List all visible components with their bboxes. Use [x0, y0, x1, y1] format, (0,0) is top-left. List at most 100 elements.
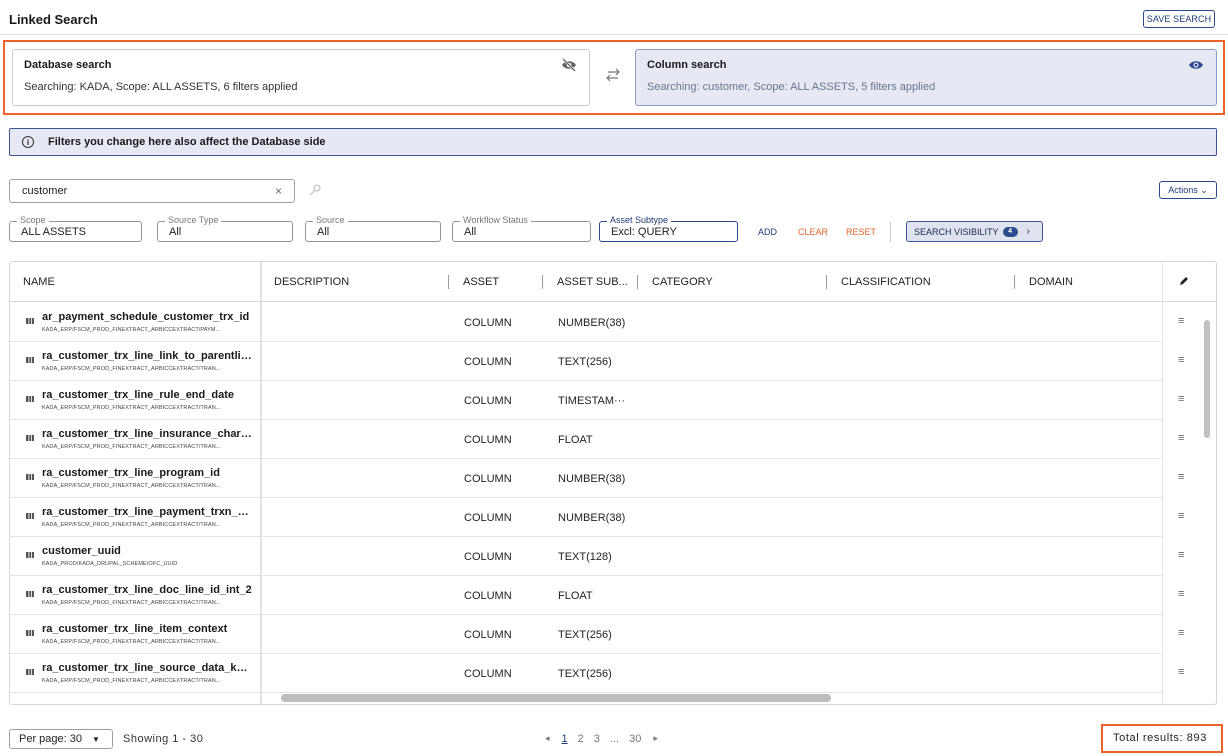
column-header-asset[interactable]: ASSET — [463, 276, 499, 288]
row-asset: COLUMN — [464, 590, 512, 602]
row-asset: COLUMN — [464, 668, 512, 680]
row-path: KADA_ERP/FSCM_PROD_FINEXTRACT_ARBICCEXTR… — [42, 444, 221, 450]
eye-icon[interactable] — [1188, 58, 1204, 72]
eye-off-icon[interactable] — [561, 58, 577, 72]
column-icon — [26, 396, 34, 402]
page-3-link[interactable]: 3 — [594, 733, 600, 745]
source-filter[interactable]: Source All — [305, 215, 441, 242]
table-row[interactable]: ra_customer_trx_line_insurance_charge KAD… — [10, 420, 1162, 459]
key-search-icon[interactable] — [308, 184, 322, 196]
column-header-category[interactable]: CATEGORY — [652, 276, 713, 288]
table-row[interactable]: ra_customer_trx_line_link_to_parentline.… — [10, 342, 1162, 381]
row-menu-icon[interactable]: ≡ — [1178, 315, 1184, 327]
column-separator[interactable] — [637, 275, 638, 289]
column-header-domain[interactable]: DOMAIN — [1029, 276, 1073, 288]
row-name[interactable]: ra_customer_trx_line_source_data_key_4 — [42, 662, 252, 674]
row-menu-icon[interactable]: ≡ — [1178, 549, 1184, 561]
info-text: Filters you change here also affect the … — [48, 136, 326, 148]
column-separator[interactable] — [542, 275, 543, 289]
source-type-filter[interactable]: Source Type All — [157, 215, 293, 242]
column-search-card[interactable]: Column search Searching: customer, Scope… — [635, 49, 1217, 106]
actions-dropdown[interactable]: Actions ⌄ — [1159, 181, 1217, 199]
row-name[interactable]: ra_customer_trx_line_rule_end_date — [42, 389, 252, 401]
table-row[interactable]: ra_customer_trx_line_source_data_key_4 KA… — [10, 654, 1162, 693]
column-header-description[interactable]: DESCRIPTION — [274, 276, 349, 288]
row-menu-icon[interactable]: ≡ — [1178, 432, 1184, 444]
save-search-button[interactable]: SAVE SEARCH — [1143, 10, 1215, 28]
row-path: KADA_ERP/FSCM_PROD_FINEXTRACT_ARBICCEXTR… — [42, 600, 221, 606]
workflow-status-filter-value: All — [464, 225, 477, 238]
column-icon — [26, 630, 34, 636]
row-name[interactable]: ra_customer_trx_line_link_to_parentline.… — [42, 350, 252, 362]
page-1-link[interactable]: 1 — [562, 733, 568, 745]
row-name[interactable]: ra_customer_trx_line_insurance_charge — [42, 428, 252, 440]
results-table: NAME DESCRIPTION ASSET ASSET SUB... CATE… — [9, 261, 1217, 705]
scope-filter[interactable]: Scope ALL ASSETS — [9, 215, 142, 242]
row-asset: COLUMN — [464, 551, 512, 563]
column-separator[interactable] — [1014, 275, 1015, 289]
row-asset-subtype: TEXT(256) — [558, 629, 612, 641]
column-header-name[interactable]: NAME — [23, 276, 55, 288]
reset-filters-button[interactable]: RESET — [846, 227, 876, 237]
page-30-link[interactable]: 30 — [629, 733, 641, 745]
per-page-select[interactable]: Per page: 30 ▼ — [9, 729, 113, 749]
row-asset: COLUMN — [464, 629, 512, 641]
page-2-link[interactable]: 2 — [578, 733, 584, 745]
table-row[interactable]: ra_customer_trx_line_item_context KADA_ER… — [10, 615, 1162, 654]
row-menu-icon[interactable]: ≡ — [1178, 471, 1184, 483]
row-name[interactable]: customer_uuid — [42, 545, 252, 557]
prev-page-button[interactable]: ◂ — [545, 733, 550, 745]
column-icon — [26, 318, 34, 324]
row-asset: COLUMN — [464, 434, 512, 446]
swap-icon[interactable] — [604, 68, 622, 82]
table-row[interactable]: ra_customer_trx_line_rule_end_date KADA_E… — [10, 381, 1162, 420]
row-name[interactable]: ar_payment_schedule_customer_trx_id — [42, 311, 252, 323]
edit-columns-icon[interactable] — [1178, 275, 1190, 287]
table-row[interactable]: ar_payment_schedule_customer_trx_id KADA_… — [10, 303, 1162, 342]
row-menu-icon[interactable]: ≡ — [1178, 666, 1184, 678]
search-input[interactable]: customer × — [9, 179, 295, 203]
row-asset-subtype: FLOAT — [558, 434, 593, 446]
row-menu-icon[interactable]: ≡ — [1178, 393, 1184, 405]
page-title: Linked Search — [9, 12, 98, 27]
row-path: KADA_ERP/FSCM_PROD_FINEXTRACT_ARBICCEXTR… — [42, 522, 221, 528]
table-row[interactable]: ra_customer_trx_line_doc_line_id_int_2 KA… — [10, 576, 1162, 615]
row-path: KADA_ERP/FSCM_PROD_FINEXTRACT_ARBICCEXTR… — [42, 405, 221, 411]
row-asset-subtype: TEXT(256) — [558, 668, 612, 680]
row-menu-icon[interactable]: ≡ — [1178, 627, 1184, 639]
row-path: KADA_ERP/FSCM_PROD_FINEXTRACT_ARBICCEXTR… — [42, 366, 221, 372]
row-menu-icon[interactable]: ≡ — [1178, 510, 1184, 522]
row-asset: COLUMN — [464, 356, 512, 368]
row-name[interactable]: ra_customer_trx_line_program_id — [42, 467, 252, 479]
asset-subtype-filter[interactable]: Asset Subtype Excl: QUERY — [599, 215, 738, 242]
add-filter-button[interactable]: ADD — [758, 227, 777, 237]
row-menu-icon[interactable]: ≡ — [1178, 354, 1184, 366]
table-row[interactable]: ra_customer_trx_line_program_id KADA_ERP/… — [10, 459, 1162, 498]
row-asset-subtype: NUMBER(38) — [558, 473, 626, 485]
showing-range: Showing 1 - 30 — [123, 733, 204, 745]
column-separator[interactable] — [826, 275, 827, 289]
vertical-scrollbar-thumb[interactable] — [1204, 320, 1210, 438]
table-row[interactable]: ra_customer_trx_line_payment_trxn_ext...… — [10, 498, 1162, 537]
workflow-status-filter[interactable]: Workflow Status All — [452, 215, 591, 242]
row-asset: COLUMN — [464, 473, 512, 485]
row-asset-subtype: FLOAT — [558, 590, 593, 602]
column-search-subtitle: Searching: customer, Scope: ALL ASSETS, … — [647, 81, 936, 93]
row-name[interactable]: ra_customer_trx_line_doc_line_id_int_2 — [42, 584, 252, 596]
column-icon — [26, 552, 34, 558]
column-header-asset-subtype[interactable]: ASSET SUB... — [557, 276, 628, 288]
row-asset-subtype: TEXT(128) — [558, 551, 612, 563]
column-icon — [26, 669, 34, 675]
column-header-classification[interactable]: CLASSIFICATION — [841, 276, 931, 288]
clear-search-icon[interactable]: × — [275, 184, 282, 198]
row-name[interactable]: ra_customer_trx_line_payment_trxn_ext... — [42, 506, 252, 518]
row-menu-icon[interactable]: ≡ — [1178, 588, 1184, 600]
database-search-card[interactable]: Database search Searching: KADA, Scope: … — [12, 49, 590, 106]
column-separator[interactable] — [448, 275, 449, 289]
horizontal-scrollbar-thumb[interactable] — [281, 694, 831, 702]
clear-filters-button[interactable]: CLEAR — [798, 227, 828, 237]
table-row[interactable]: customer_uuid KADA_PROD/KADA_DRUPAL_SCHEM… — [10, 537, 1162, 576]
search-visibility-button[interactable]: SEARCH VISIBILITY 4 › — [906, 221, 1043, 242]
next-page-button[interactable]: ▸ — [653, 733, 658, 745]
row-name[interactable]: ra_customer_trx_line_item_context — [42, 623, 252, 635]
